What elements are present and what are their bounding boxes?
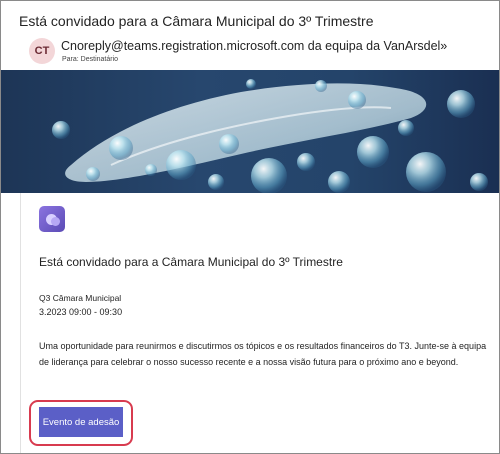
content-divider <box>20 193 21 453</box>
event-card: Está convidado para a Câmara Municipal d… <box>1 193 499 453</box>
sender-address[interactable]: Cnoreply@teams.registration.microsoft.co… <box>61 39 447 53</box>
event-description: Uma oportunidade para reunirmos e discut… <box>39 341 487 367</box>
event-title: Está convidado para a Câmara Municipal d… <box>39 255 343 269</box>
email-window: Está convidado para a Câmara Municipal d… <box>0 0 500 454</box>
meeting-time: 3.2023 09:00 - 09:30 <box>39 307 123 317</box>
event-banner-image <box>1 70 499 193</box>
recipient-line: Para: Destinatário <box>62 56 119 63</box>
register-button[interactable]: Evento de adesão <box>39 407 123 437</box>
meeting-name: Q3 Câmara Municipal <box>39 293 122 303</box>
sender-avatar: CT <box>29 38 55 64</box>
teams-icon <box>39 206 65 232</box>
bubbles-illustration <box>52 79 488 193</box>
email-subject: Está convidado para a Câmara Municipal d… <box>19 13 374 29</box>
